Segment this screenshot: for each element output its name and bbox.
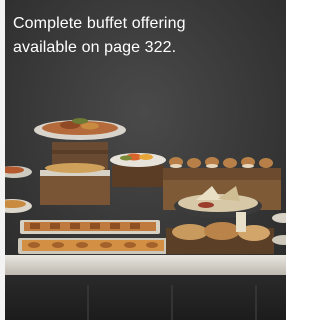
- page-edge: [0, 0, 5, 320]
- caption-line-1: Complete buffet offering: [13, 15, 186, 32]
- caption-line-2: available on page 322.: [13, 39, 177, 56]
- buffet-photo-card: Complete buffet offering available on pa…: [0, 0, 286, 320]
- buffet-caption: Complete buffet offering available on pa…: [13, 12, 273, 60]
